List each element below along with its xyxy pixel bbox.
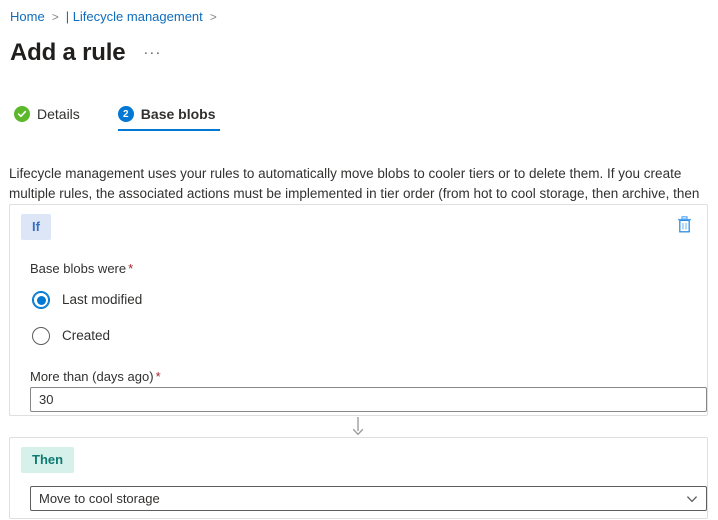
action-dropdown-value: Move to cool storage [39, 491, 686, 507]
step-number-badge: 2 [118, 106, 134, 122]
tab-base-blobs[interactable]: 2 Base blobs [112, 105, 224, 131]
breadcrumb-chevron-icon-1: > [52, 9, 59, 25]
more-options-button[interactable]: ··· [143, 46, 161, 60]
radio-last-modified-label: Last modified [62, 291, 142, 309]
base-blobs-label: Base blobs were* [30, 261, 133, 277]
days-ago-label-text: More than (days ago) [30, 369, 154, 384]
action-dropdown[interactable]: Move to cool storage [30, 486, 707, 511]
action-dropdown-box[interactable]: Move to cool storage [30, 486, 707, 511]
required-asterisk-base-blobs: * [128, 261, 133, 276]
wizard-tabs: Details 2 Base blobs [8, 105, 248, 131]
base-blobs-label-text: Base blobs were [30, 261, 126, 276]
trash-icon [677, 216, 692, 236]
check-icon [14, 106, 30, 122]
if-chip: If [21, 214, 51, 240]
tab-details-label: Details [37, 105, 80, 123]
radio-unselected-icon [32, 327, 50, 345]
days-ago-input[interactable] [30, 387, 707, 412]
days-ago-label: More than (days ago)* [30, 369, 161, 385]
chevron-down-icon [686, 493, 698, 505]
rule-then-card: Then Move to cool storage [9, 437, 708, 519]
tab-details[interactable]: Details [8, 105, 88, 131]
radio-created-label: Created [62, 327, 110, 345]
rule-if-card: If Base blobs were* Last modified Create… [9, 204, 708, 416]
radio-dot [37, 296, 46, 305]
page-title: Add a rule [10, 38, 125, 68]
tab-base-blobs-label: Base blobs [141, 105, 216, 123]
breadcrumb-item-lifecycle-management[interactable]: | Lifecycle management [66, 9, 203, 25]
breadcrumb-chevron-icon-2: > [210, 9, 217, 25]
radio-selected-icon [32, 291, 50, 309]
radio-created[interactable]: Created [32, 327, 110, 345]
then-chip: Then [21, 447, 74, 473]
page-header: Add a rule ··· [10, 38, 161, 68]
delete-rule-button[interactable] [673, 215, 695, 237]
radio-last-modified[interactable]: Last modified [32, 291, 142, 309]
required-asterisk-days: * [156, 369, 161, 384]
breadcrumb: Home > | Lifecycle management > [10, 9, 224, 25]
flow-connector-arrow-icon [350, 417, 366, 437]
breadcrumb-item-home[interactable]: Home [10, 9, 45, 25]
